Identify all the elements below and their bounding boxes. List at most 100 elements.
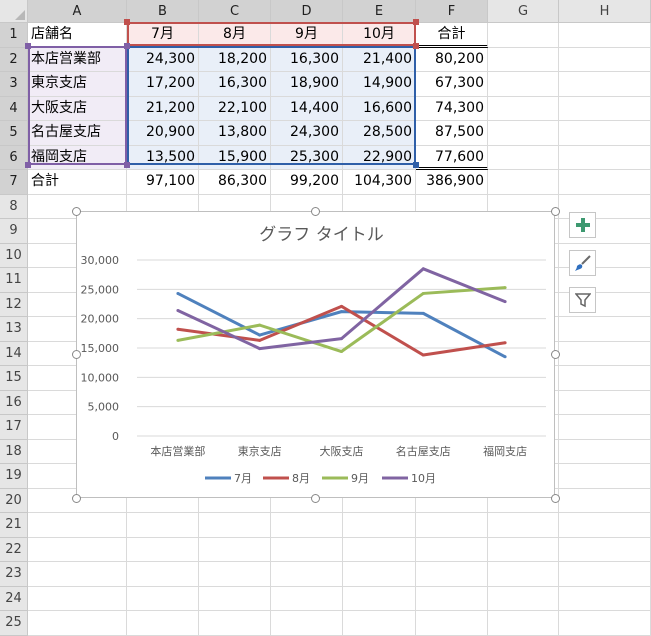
cell[interactable]: [488, 586, 559, 611]
cell[interactable]: [559, 390, 651, 415]
row-header[interactable]: 22: [0, 537, 28, 562]
cell[interactable]: [488, 562, 559, 587]
cell[interactable]: [28, 537, 127, 562]
cell[interactable]: [559, 145, 651, 170]
cell[interactable]: [271, 586, 343, 611]
row-header[interactable]: 3: [0, 72, 28, 97]
cell[interactable]: 16,600: [343, 96, 416, 121]
cell[interactable]: [127, 537, 199, 562]
cell[interactable]: 14,900: [343, 72, 416, 97]
cell[interactable]: [127, 562, 199, 587]
chart-elements-button[interactable]: [569, 212, 596, 238]
row-header[interactable]: 12: [0, 292, 28, 317]
chart-resize-handle[interactable]: [72, 350, 81, 359]
range-handle[interactable]: [413, 162, 419, 168]
row-header[interactable]: 7: [0, 170, 28, 195]
chart-styles-button[interactable]: [569, 250, 596, 276]
row-header[interactable]: 9: [0, 219, 28, 244]
cell[interactable]: 24,300: [271, 121, 343, 146]
cell[interactable]: [559, 96, 651, 121]
range-handle[interactable]: [25, 162, 31, 168]
cell[interactable]: [416, 611, 488, 636]
cell[interactable]: [271, 537, 343, 562]
cell[interactable]: [559, 341, 651, 366]
column-header[interactable]: D: [271, 0, 343, 23]
cell[interactable]: 77,600: [416, 145, 488, 170]
cell[interactable]: 名古屋支店: [28, 121, 127, 146]
cell[interactable]: [559, 366, 651, 391]
cell[interactable]: [559, 121, 651, 146]
cell[interactable]: 16,300: [199, 72, 271, 97]
cell[interactable]: 74,300: [416, 96, 488, 121]
cell[interactable]: [559, 23, 651, 48]
cell[interactable]: [488, 145, 559, 170]
cell[interactable]: 16,300: [271, 47, 343, 72]
row-header[interactable]: 18: [0, 439, 28, 464]
cell[interactable]: [343, 537, 416, 562]
cell[interactable]: [559, 464, 651, 489]
cell[interactable]: [488, 513, 559, 538]
cell[interactable]: [488, 96, 559, 121]
cell[interactable]: [343, 611, 416, 636]
chart-resize-handle[interactable]: [551, 494, 560, 503]
row-header[interactable]: 6: [0, 145, 28, 170]
cell[interactable]: [28, 586, 127, 611]
row-header[interactable]: 19: [0, 464, 28, 489]
column-header[interactable]: A: [28, 0, 127, 23]
chart-resize-handle[interactable]: [311, 207, 320, 216]
cell[interactable]: 386,900: [416, 170, 488, 195]
range-handle[interactable]: [25, 43, 31, 49]
cell[interactable]: [271, 513, 343, 538]
cell[interactable]: [343, 562, 416, 587]
cell[interactable]: 15,900: [199, 145, 271, 170]
row-header[interactable]: 1: [0, 23, 28, 48]
cell[interactable]: 104,300: [343, 170, 416, 195]
row-header[interactable]: 16: [0, 390, 28, 415]
cell[interactable]: 87,500: [416, 121, 488, 146]
cell[interactable]: [559, 170, 651, 195]
cell[interactable]: [559, 415, 651, 440]
cell[interactable]: [559, 586, 651, 611]
row-header[interactable]: 25: [0, 611, 28, 636]
cell[interactable]: [559, 562, 651, 587]
cell[interactable]: 25,300: [271, 145, 343, 170]
cell[interactable]: [271, 562, 343, 587]
chart-filters-button[interactable]: [569, 287, 596, 313]
cell[interactable]: [28, 611, 127, 636]
column-header[interactable]: G: [488, 0, 559, 23]
chart-resize-handle[interactable]: [72, 207, 81, 216]
cell[interactable]: [559, 72, 651, 97]
row-header[interactable]: 15: [0, 366, 28, 391]
cell[interactable]: 28,500: [343, 121, 416, 146]
cell[interactable]: [199, 611, 271, 636]
cell[interactable]: 店舗名: [28, 23, 127, 48]
cell[interactable]: 7月: [127, 23, 199, 48]
row-header[interactable]: 23: [0, 562, 28, 587]
cell[interactable]: [488, 611, 559, 636]
cell[interactable]: [559, 611, 651, 636]
range-handle[interactable]: [124, 43, 130, 49]
range-handle[interactable]: [124, 162, 130, 168]
cell[interactable]: 24,300: [127, 47, 199, 72]
row-header[interactable]: 5: [0, 121, 28, 146]
cell[interactable]: [199, 513, 271, 538]
cell[interactable]: [199, 586, 271, 611]
cell[interactable]: 合計: [28, 170, 127, 195]
row-header[interactable]: 4: [0, 96, 28, 121]
cell[interactable]: 18,200: [199, 47, 271, 72]
row-header[interactable]: 20: [0, 488, 28, 513]
range-handle[interactable]: [124, 19, 130, 25]
cell[interactable]: 22,900: [343, 145, 416, 170]
cell[interactable]: [416, 586, 488, 611]
cell[interactable]: [127, 513, 199, 538]
select-all-corner[interactable]: [0, 0, 28, 23]
chart-resize-handle[interactable]: [311, 494, 320, 503]
cell[interactable]: [488, 23, 559, 48]
cell[interactable]: 東京支店: [28, 72, 127, 97]
chart-resize-handle[interactable]: [72, 494, 81, 503]
cell[interactable]: 97,100: [127, 170, 199, 195]
cell[interactable]: 67,300: [416, 72, 488, 97]
range-handle[interactable]: [413, 43, 419, 49]
cell[interactable]: 本店営業部: [28, 47, 127, 72]
column-header[interactable]: H: [559, 0, 651, 23]
